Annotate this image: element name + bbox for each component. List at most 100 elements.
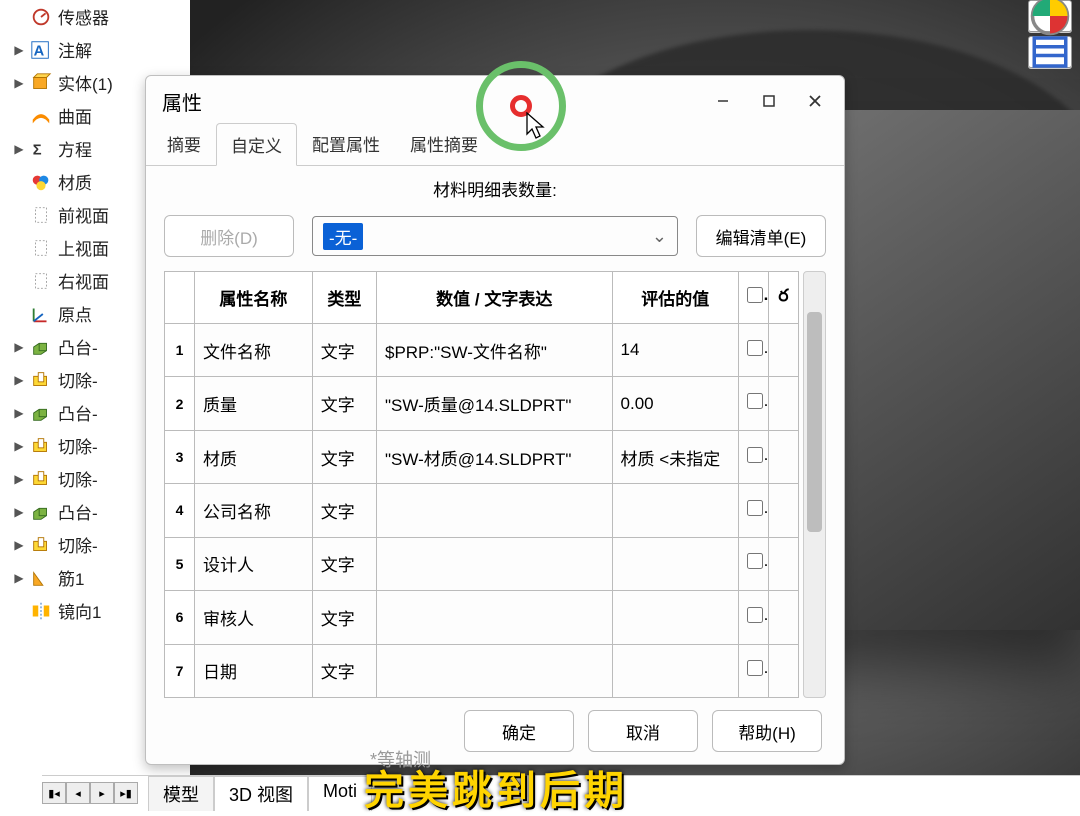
table-row[interactable]: 5设计人文字 — [165, 537, 799, 590]
table-row[interactable]: 2质量文字"SW-质量@14.SLDPRT"0.00 — [165, 377, 799, 430]
cell-check[interactable] — [738, 537, 768, 590]
task-pane-icon[interactable] — [1028, 36, 1072, 68]
cell-name[interactable]: 材质 — [194, 430, 312, 483]
expand-arrow-icon[interactable]: ▶ — [14, 472, 24, 486]
table-row[interactable]: 6审核人文字 — [165, 591, 799, 644]
cell-value[interactable] — [376, 591, 612, 644]
tree-item-label: 上视面 — [58, 235, 109, 260]
close-button[interactable] — [792, 81, 838, 121]
tree-item-label: 镜向1 — [58, 598, 101, 623]
cell-check[interactable] — [738, 377, 768, 430]
cell-link[interactable] — [768, 484, 798, 537]
appearance-icon[interactable] — [1028, 0, 1072, 32]
cell-link[interactable] — [768, 430, 798, 483]
cell-link[interactable] — [768, 324, 798, 377]
cell-check[interactable] — [738, 484, 768, 537]
cell-check[interactable] — [738, 644, 768, 697]
table-row[interactable]: 1文件名称文字$PRP:"SW-文件名称"14 — [165, 324, 799, 377]
cell-type[interactable]: 文字 — [312, 537, 376, 590]
cell-value[interactable]: $PRP:"SW-文件名称" — [376, 324, 612, 377]
dialog-tab[interactable]: 摘要 — [152, 122, 216, 165]
cell-type[interactable]: 文字 — [312, 644, 376, 697]
cell-type[interactable]: 文字 — [312, 484, 376, 537]
row-checkbox[interactable] — [747, 447, 763, 463]
cell-link[interactable] — [768, 591, 798, 644]
col-type[interactable]: 类型 — [312, 272, 376, 324]
cell-value[interactable] — [376, 644, 612, 697]
cell-name[interactable]: 文件名称 — [194, 324, 312, 377]
cell-check[interactable] — [738, 324, 768, 377]
col-check[interactable] — [738, 272, 768, 324]
cell-name[interactable]: 审核人 — [194, 591, 312, 644]
maximize-button[interactable] — [746, 81, 792, 121]
col-link[interactable]: ర — [768, 272, 798, 324]
col-value[interactable]: 数值 / 文字表达 — [376, 272, 612, 324]
row-checkbox[interactable] — [747, 553, 763, 569]
cell-type[interactable]: 文字 — [312, 377, 376, 430]
bottom-tab[interactable]: 模型 — [148, 776, 214, 811]
tree-item-label: 筋1 — [58, 565, 84, 590]
chevron-down-icon: ⌄ — [652, 226, 667, 247]
cancel-button[interactable]: 取消 — [588, 710, 698, 752]
cell-check[interactable] — [738, 591, 768, 644]
cell-name[interactable]: 质量 — [194, 377, 312, 430]
cell-link[interactable] — [768, 537, 798, 590]
expand-arrow-icon[interactable]: ▶ — [14, 43, 24, 57]
cell-name[interactable]: 公司名称 — [194, 484, 312, 537]
bom-count-combo[interactable]: -无- ⌄ — [312, 216, 678, 256]
row-checkbox[interactable] — [747, 340, 763, 356]
expand-arrow-icon[interactable]: ▶ — [14, 571, 24, 585]
row-checkbox[interactable] — [747, 500, 763, 516]
help-button[interactable]: 帮助(H) — [712, 710, 822, 752]
cell-check[interactable] — [738, 430, 768, 483]
row-checkbox[interactable] — [747, 607, 763, 623]
expand-arrow-icon[interactable]: ▶ — [14, 142, 24, 156]
tab-first-icon[interactable]: ▮◂ — [42, 782, 66, 804]
cell-link[interactable] — [768, 644, 798, 697]
table-row[interactable]: 3材质文字"SW-材质@14.SLDPRT"材质 <未指定 — [165, 430, 799, 483]
expand-arrow-icon[interactable]: ▶ — [14, 76, 24, 90]
delete-button[interactable]: 删除(D) — [164, 215, 294, 257]
table-scrollbar[interactable] — [803, 271, 826, 698]
cell-value[interactable] — [376, 537, 612, 590]
scrollbar-thumb[interactable] — [807, 312, 822, 532]
cell-link[interactable] — [768, 377, 798, 430]
bottom-tab[interactable]: 3D 视图 — [214, 776, 308, 811]
col-eval[interactable]: 评估的值 — [612, 272, 738, 324]
properties-table[interactable]: 属性名称 类型 数值 / 文字表达 评估的值 ర 1文件名称文字$PRP:"SW… — [164, 271, 799, 698]
ok-button[interactable]: 确定 — [464, 710, 574, 752]
minimize-button[interactable] — [700, 81, 746, 121]
table-row[interactable]: 7日期文字 — [165, 644, 799, 697]
expand-arrow-icon[interactable]: ▶ — [14, 439, 24, 453]
cell-value[interactable]: "SW-质量@14.SLDPRT" — [376, 377, 612, 430]
tab-prev-icon[interactable]: ◂ — [66, 782, 90, 804]
tab-last-icon[interactable]: ▸▮ — [114, 782, 138, 804]
cell-name[interactable]: 设计人 — [194, 537, 312, 590]
cell-value[interactable]: "SW-材质@14.SLDPRT" — [376, 430, 612, 483]
dialog-tab[interactable]: 配置属性 — [297, 122, 395, 165]
table-row[interactable]: 4公司名称文字 — [165, 484, 799, 537]
expand-arrow-icon[interactable]: ▶ — [14, 340, 24, 354]
dialog-titlebar[interactable]: 属性 — [146, 76, 844, 126]
dialog-tab[interactable]: 属性摘要 — [395, 122, 493, 165]
row-checkbox[interactable] — [747, 393, 763, 409]
cell-value[interactable] — [376, 484, 612, 537]
rib-icon — [30, 567, 52, 589]
tree-item[interactable]: ▶传感器 — [0, 0, 190, 33]
dialog-tab[interactable]: 自定义 — [216, 123, 297, 166]
col-name[interactable]: 属性名称 — [194, 272, 312, 324]
svg-text:A: A — [34, 43, 45, 59]
cell-type[interactable]: 文字 — [312, 430, 376, 483]
cell-type[interactable]: 文字 — [312, 324, 376, 377]
tab-next-icon[interactable]: ▸ — [90, 782, 114, 804]
expand-arrow-icon[interactable]: ▶ — [14, 538, 24, 552]
tree-item[interactable]: ▶A注解 — [0, 33, 190, 66]
row-checkbox[interactable] — [747, 660, 763, 676]
edit-list-button[interactable]: 编辑清单(E) — [696, 215, 826, 257]
select-all-checkbox[interactable] — [747, 287, 763, 303]
cell-name[interactable]: 日期 — [194, 644, 312, 697]
cell-type[interactable]: 文字 — [312, 591, 376, 644]
expand-arrow-icon[interactable]: ▶ — [14, 505, 24, 519]
expand-arrow-icon[interactable]: ▶ — [14, 373, 24, 387]
expand-arrow-icon[interactable]: ▶ — [14, 406, 24, 420]
